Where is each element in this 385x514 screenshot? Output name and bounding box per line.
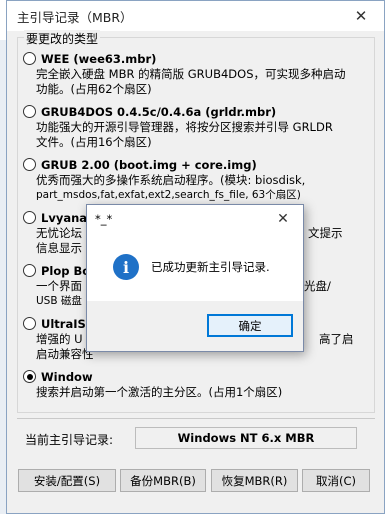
ok-button[interactable]: 确定 [207, 314, 293, 337]
option-windows[interactable]: Window 搜索并启动第一个激活的主分区。(占用1个扇区) [23, 368, 371, 400]
option-description: part_msdos,fat,exfat,ext2,search_fs_file… [36, 189, 301, 201]
option-wee[interactable]: WEE (wee63.mbr) 完全嵌入硬盘 MBR 的精简版 GRUB4DOS… [23, 50, 371, 97]
cancel-button[interactable]: 取消(C) [302, 469, 370, 492]
radio-button[interactable] [23, 105, 36, 118]
option-label: Window [41, 369, 93, 384]
dialog-body: i 已成功更新主引导记录. [87, 233, 303, 301]
radio-button[interactable] [23, 158, 36, 171]
option-description: 功能。(占用62个扇区) [36, 82, 152, 96]
separator [17, 418, 375, 419]
close-icon[interactable]: ✕ [338, 1, 384, 31]
current-mbr-label: 当前主引导记录: [25, 433, 114, 447]
option-label: GRUB4DOS 0.4.5c/0.4.6a (grldr.mbr) [41, 104, 277, 119]
option-description: 功能强大的开源引导管理器，将按分区搜索并引导 GRLDR [36, 120, 333, 134]
dialog-footer: 确定 [87, 301, 303, 351]
title-bar: 主引导记录（MBR） ✕ [7, 1, 384, 31]
radio-button[interactable] [23, 211, 36, 224]
dialog-message: 已成功更新主引导记录. [151, 260, 270, 274]
install-button[interactable]: 安装/配置(S) [18, 469, 116, 492]
current-mbr-value: Windows NT 6.x MBR [135, 427, 357, 449]
dialog-title: *_* [95, 212, 113, 226]
radio-button-selected[interactable] [23, 370, 36, 383]
info-icon: i [113, 254, 139, 280]
success-dialog: *_* ✕ i 已成功更新主引导记录. 确定 [86, 204, 304, 352]
backup-mbr-button[interactable]: 备份MBR(B) [120, 469, 206, 492]
dialog-close-icon[interactable]: ✕ [263, 205, 303, 233]
option-description: 搜索并启动第一个激活的主分区。(占用1个扇区) [36, 385, 283, 399]
option-label: Plop Bo [41, 263, 91, 278]
option-label: WEE (wee63.mbr) [41, 51, 157, 66]
radio-button[interactable] [23, 317, 36, 330]
radio-button[interactable] [23, 264, 36, 277]
option-label: GRUB 2.00 (boot.img + core.img) [41, 157, 257, 172]
radio-button[interactable] [23, 52, 36, 65]
restore-mbr-button[interactable]: 恢复MBR(R) [211, 469, 298, 492]
option-grub4dos[interactable]: GRUB4DOS 0.4.5c/0.4.6a (grldr.mbr) 功能强大的… [23, 103, 371, 150]
group-title: 要更改的类型 [24, 30, 101, 47]
option-description: 完全嵌入硬盘 MBR 的精简版 GRUB4DOS，可实现多种启动 [36, 67, 346, 81]
option-description: 文件。(占用16个扇区) [36, 135, 152, 149]
option-description: 优秀而强大的多操作系统启动程序。(模块: biosdisk, [36, 173, 306, 187]
option-grub2[interactable]: GRUB 2.00 (boot.img + core.img) 优秀而强大的多操… [23, 156, 371, 203]
dialog-title-bar: *_* ✕ [87, 205, 303, 233]
window-title: 主引导记录（MBR） [17, 9, 133, 25]
